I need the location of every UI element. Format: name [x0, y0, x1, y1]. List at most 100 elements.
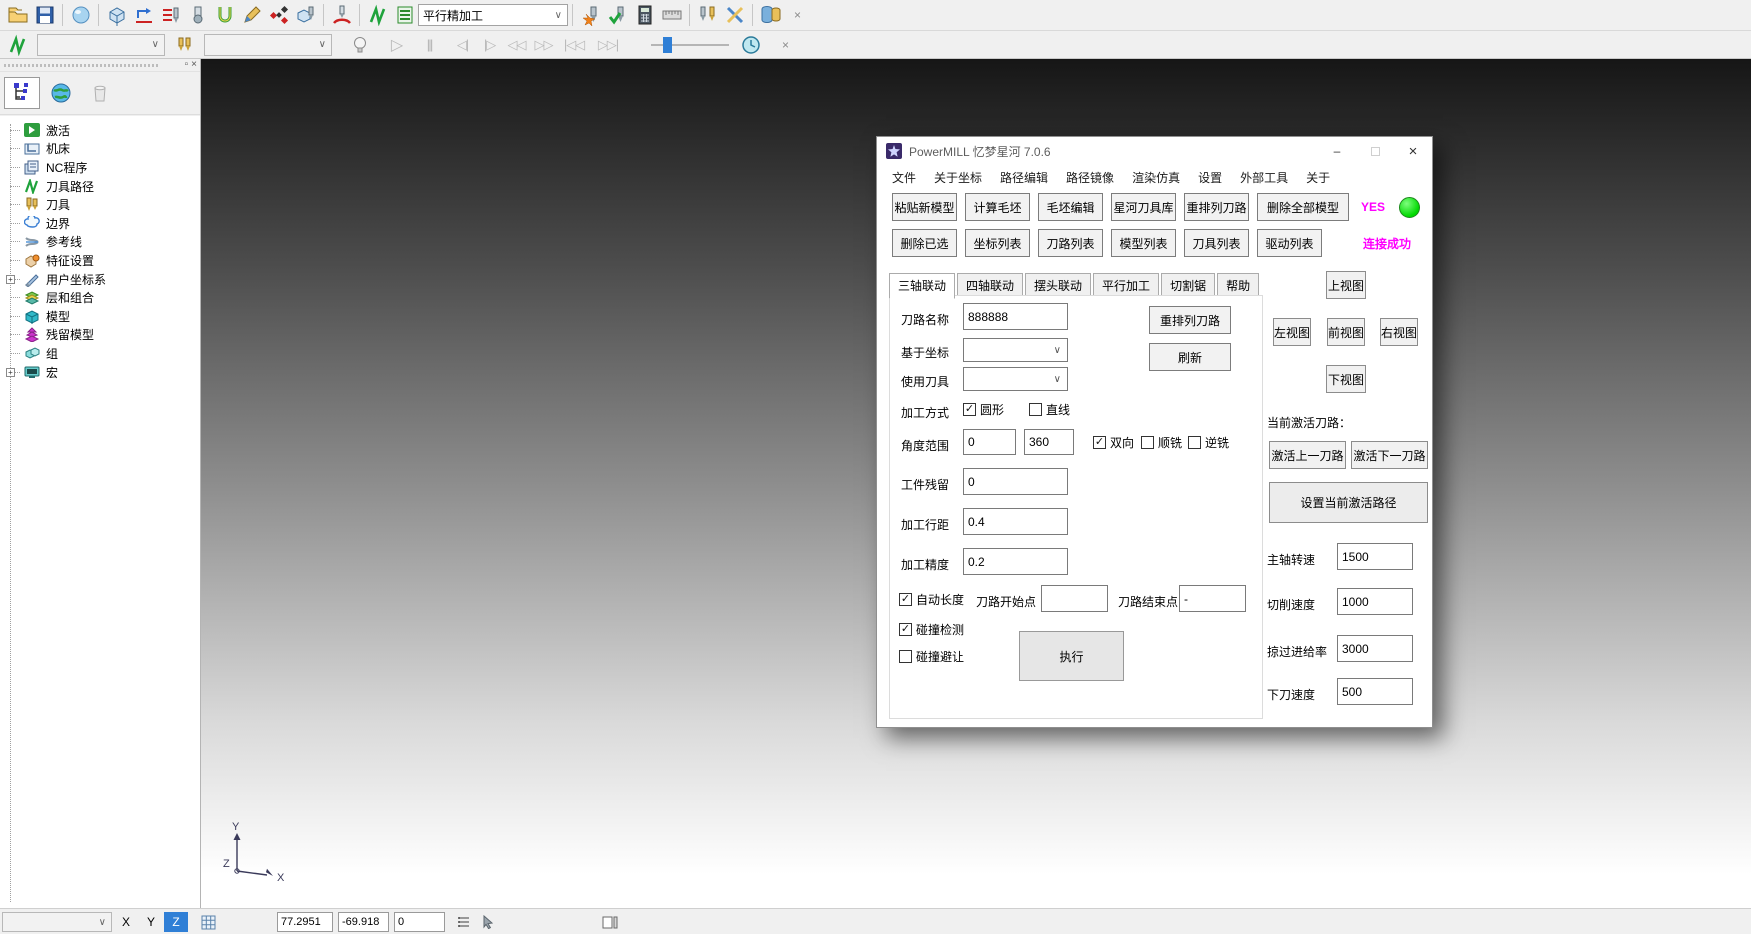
- sim-fast-forward-button[interactable]: ▷▷: [530, 32, 557, 58]
- tree-item-groups[interactable]: 组: [0, 344, 200, 363]
- collision-check-checkbox[interactable]: ✓ 碰撞检测: [899, 621, 964, 638]
- cross-tools-button[interactable]: [721, 2, 748, 28]
- tree-item-feature-sets[interactable]: 特征设置: [0, 251, 200, 270]
- skim-feed-input[interactable]: [1337, 635, 1413, 662]
- tab-explorer-recycle[interactable]: [82, 77, 118, 109]
- reorder-toolpaths-button-2[interactable]: 重排列刀路: [1149, 306, 1231, 334]
- coord-list-button[interactable]: [455, 912, 473, 932]
- start-point-input[interactable]: [1041, 585, 1108, 612]
- collision-avoid-checkbox[interactable]: 碰撞避让: [899, 648, 964, 665]
- cursor-y-input[interactable]: [338, 912, 389, 932]
- tool-library-button[interactable]: 星河刀具库: [1111, 193, 1176, 221]
- view-top-button[interactable]: 上视图: [1326, 271, 1366, 299]
- dialog-minimize-button[interactable]: –: [1318, 137, 1356, 165]
- sim-step-back-button[interactable]: ◁|: [449, 32, 476, 58]
- tool-list-button[interactable]: 刀具列表: [1184, 229, 1249, 257]
- expand-icon[interactable]: +: [6, 275, 15, 284]
- tab-explorer-tree[interactable]: [4, 77, 40, 109]
- menu-about[interactable]: 关于: [1297, 167, 1339, 187]
- angle-end-input[interactable]: [1024, 429, 1074, 455]
- tree-item-stock-models[interactable]: 残留模型: [0, 326, 200, 345]
- tool-ball-button[interactable]: [184, 2, 211, 28]
- tolerance-input[interactable]: [963, 548, 1068, 575]
- angle-start-input[interactable]: [963, 429, 1016, 455]
- float-panel-icon[interactable]: ▫: [185, 59, 189, 70]
- boundary-button[interactable]: [211, 2, 238, 28]
- block-sphere-button[interactable]: [67, 2, 94, 28]
- block-button[interactable]: [103, 2, 130, 28]
- sim-clock-button[interactable]: [737, 32, 764, 58]
- expand-icon[interactable]: +: [6, 368, 15, 377]
- feeds-speeds-button[interactable]: [328, 2, 355, 28]
- menu-path-edit[interactable]: 路径编辑: [991, 167, 1057, 187]
- plunge-speed-input[interactable]: [1337, 678, 1413, 705]
- based-coord-dropdown[interactable]: ∨: [963, 338, 1068, 362]
- model-list-button[interactable]: 模型列表: [1111, 229, 1176, 257]
- main-toolbar-close-button[interactable]: ×: [784, 2, 811, 28]
- tree-item-levels-sets[interactable]: 层和组合: [0, 288, 200, 307]
- use-tool-dropdown[interactable]: ∨: [963, 367, 1068, 391]
- pattern-button[interactable]: [238, 2, 265, 28]
- coord-list-button[interactable]: 坐标列表: [965, 229, 1030, 257]
- explorer-grip[interactable]: ▫ ×: [0, 59, 200, 72]
- end-point-input[interactable]: [1179, 585, 1246, 612]
- sim-toolbar-close-button[interactable]: ×: [772, 32, 799, 58]
- stock-input[interactable]: [963, 468, 1068, 495]
- database-button[interactable]: [757, 2, 784, 28]
- tab-explorer-web[interactable]: [43, 77, 79, 109]
- cutting-speed-input[interactable]: [1337, 588, 1413, 615]
- tree-item-tools[interactable]: 刀具: [0, 195, 200, 214]
- method-line-checkbox[interactable]: 直线: [1029, 401, 1070, 418]
- axis-z-button[interactable]: Z: [164, 912, 188, 932]
- sim-step-forward-button[interactable]: |▷: [476, 32, 503, 58]
- tool-check-button[interactable]: [604, 2, 631, 28]
- axis-y-button[interactable]: Y: [139, 912, 163, 932]
- tree-item-patterns[interactable]: 参考线: [0, 233, 200, 252]
- menu-settings[interactable]: 设置: [1189, 167, 1231, 187]
- axis-x-button[interactable]: X: [114, 912, 138, 932]
- view-left-button[interactable]: 左视图: [1273, 318, 1311, 346]
- sim-skip-end-button[interactable]: ▷▷|: [591, 32, 625, 58]
- tab-3axis[interactable]: 三轴联动: [889, 273, 955, 299]
- view-bottom-button[interactable]: 下视图: [1326, 365, 1366, 393]
- dialog-close-button[interactable]: ×: [1394, 137, 1432, 165]
- dialog-maximize-button[interactable]: [1356, 137, 1394, 165]
- menu-about-coords[interactable]: 关于坐标: [925, 167, 991, 187]
- tree-item-machine[interactable]: 机床: [0, 140, 200, 159]
- sim-pause-button[interactable]: ||: [416, 32, 443, 58]
- tree-item-activate[interactable]: 激活: [0, 121, 200, 140]
- sim-rewind-button[interactable]: ◁◁: [503, 32, 530, 58]
- activate-next-toolpath-button[interactable]: 激活下一刀路: [1351, 441, 1428, 469]
- view-right-button[interactable]: 右视图: [1380, 318, 1418, 346]
- sim-tool-button[interactable]: [171, 32, 198, 58]
- sim-play-button[interactable]: ▷: [383, 32, 410, 58]
- points-button[interactable]: [265, 2, 292, 28]
- reorder-toolpaths-button[interactable]: 重排列刀路: [1184, 193, 1249, 221]
- strategy-list-button[interactable]: [391, 2, 418, 28]
- two-tools-button[interactable]: [694, 2, 721, 28]
- delete-all-models-button[interactable]: 删除全部模型: [1257, 193, 1349, 221]
- sim-tool-dropdown[interactable]: ∨: [204, 34, 332, 56]
- sim-preview-button[interactable]: [346, 32, 373, 58]
- tree-item-workplanes[interactable]: + 用户坐标系: [0, 270, 200, 289]
- tree-item-macros[interactable]: + 宏: [0, 363, 200, 382]
- rapid-heights-button[interactable]: [130, 2, 157, 28]
- paste-new-model-button[interactable]: 粘贴新模型: [892, 193, 957, 221]
- menu-file[interactable]: 文件: [883, 167, 925, 187]
- set-active-path-button[interactable]: 设置当前激活路径: [1269, 482, 1428, 523]
- cursor-x-input[interactable]: [277, 912, 333, 932]
- slider-handle[interactable]: [663, 37, 672, 53]
- toolpath-button[interactable]: [364, 2, 391, 28]
- split-view-button[interactable]: [600, 912, 620, 932]
- sim-skip-start-button[interactable]: |◁◁: [557, 32, 591, 58]
- block-edit-button[interactable]: 毛坯编辑: [1038, 193, 1103, 221]
- climb-mill-checkbox[interactable]: 顺铣: [1141, 434, 1182, 451]
- statusbar-dropdown[interactable]: ∨: [2, 912, 112, 932]
- save-project-button[interactable]: [31, 2, 58, 28]
- tree-item-models[interactable]: 模型: [0, 307, 200, 326]
- calculator-button[interactable]: [631, 2, 658, 28]
- view-front-button[interactable]: 前视图: [1327, 318, 1365, 346]
- leads-links-button[interactable]: [157, 2, 184, 28]
- tree-item-nc-programs[interactable]: NC程序: [0, 158, 200, 177]
- tree-item-toolpaths[interactable]: 刀具路径: [0, 177, 200, 196]
